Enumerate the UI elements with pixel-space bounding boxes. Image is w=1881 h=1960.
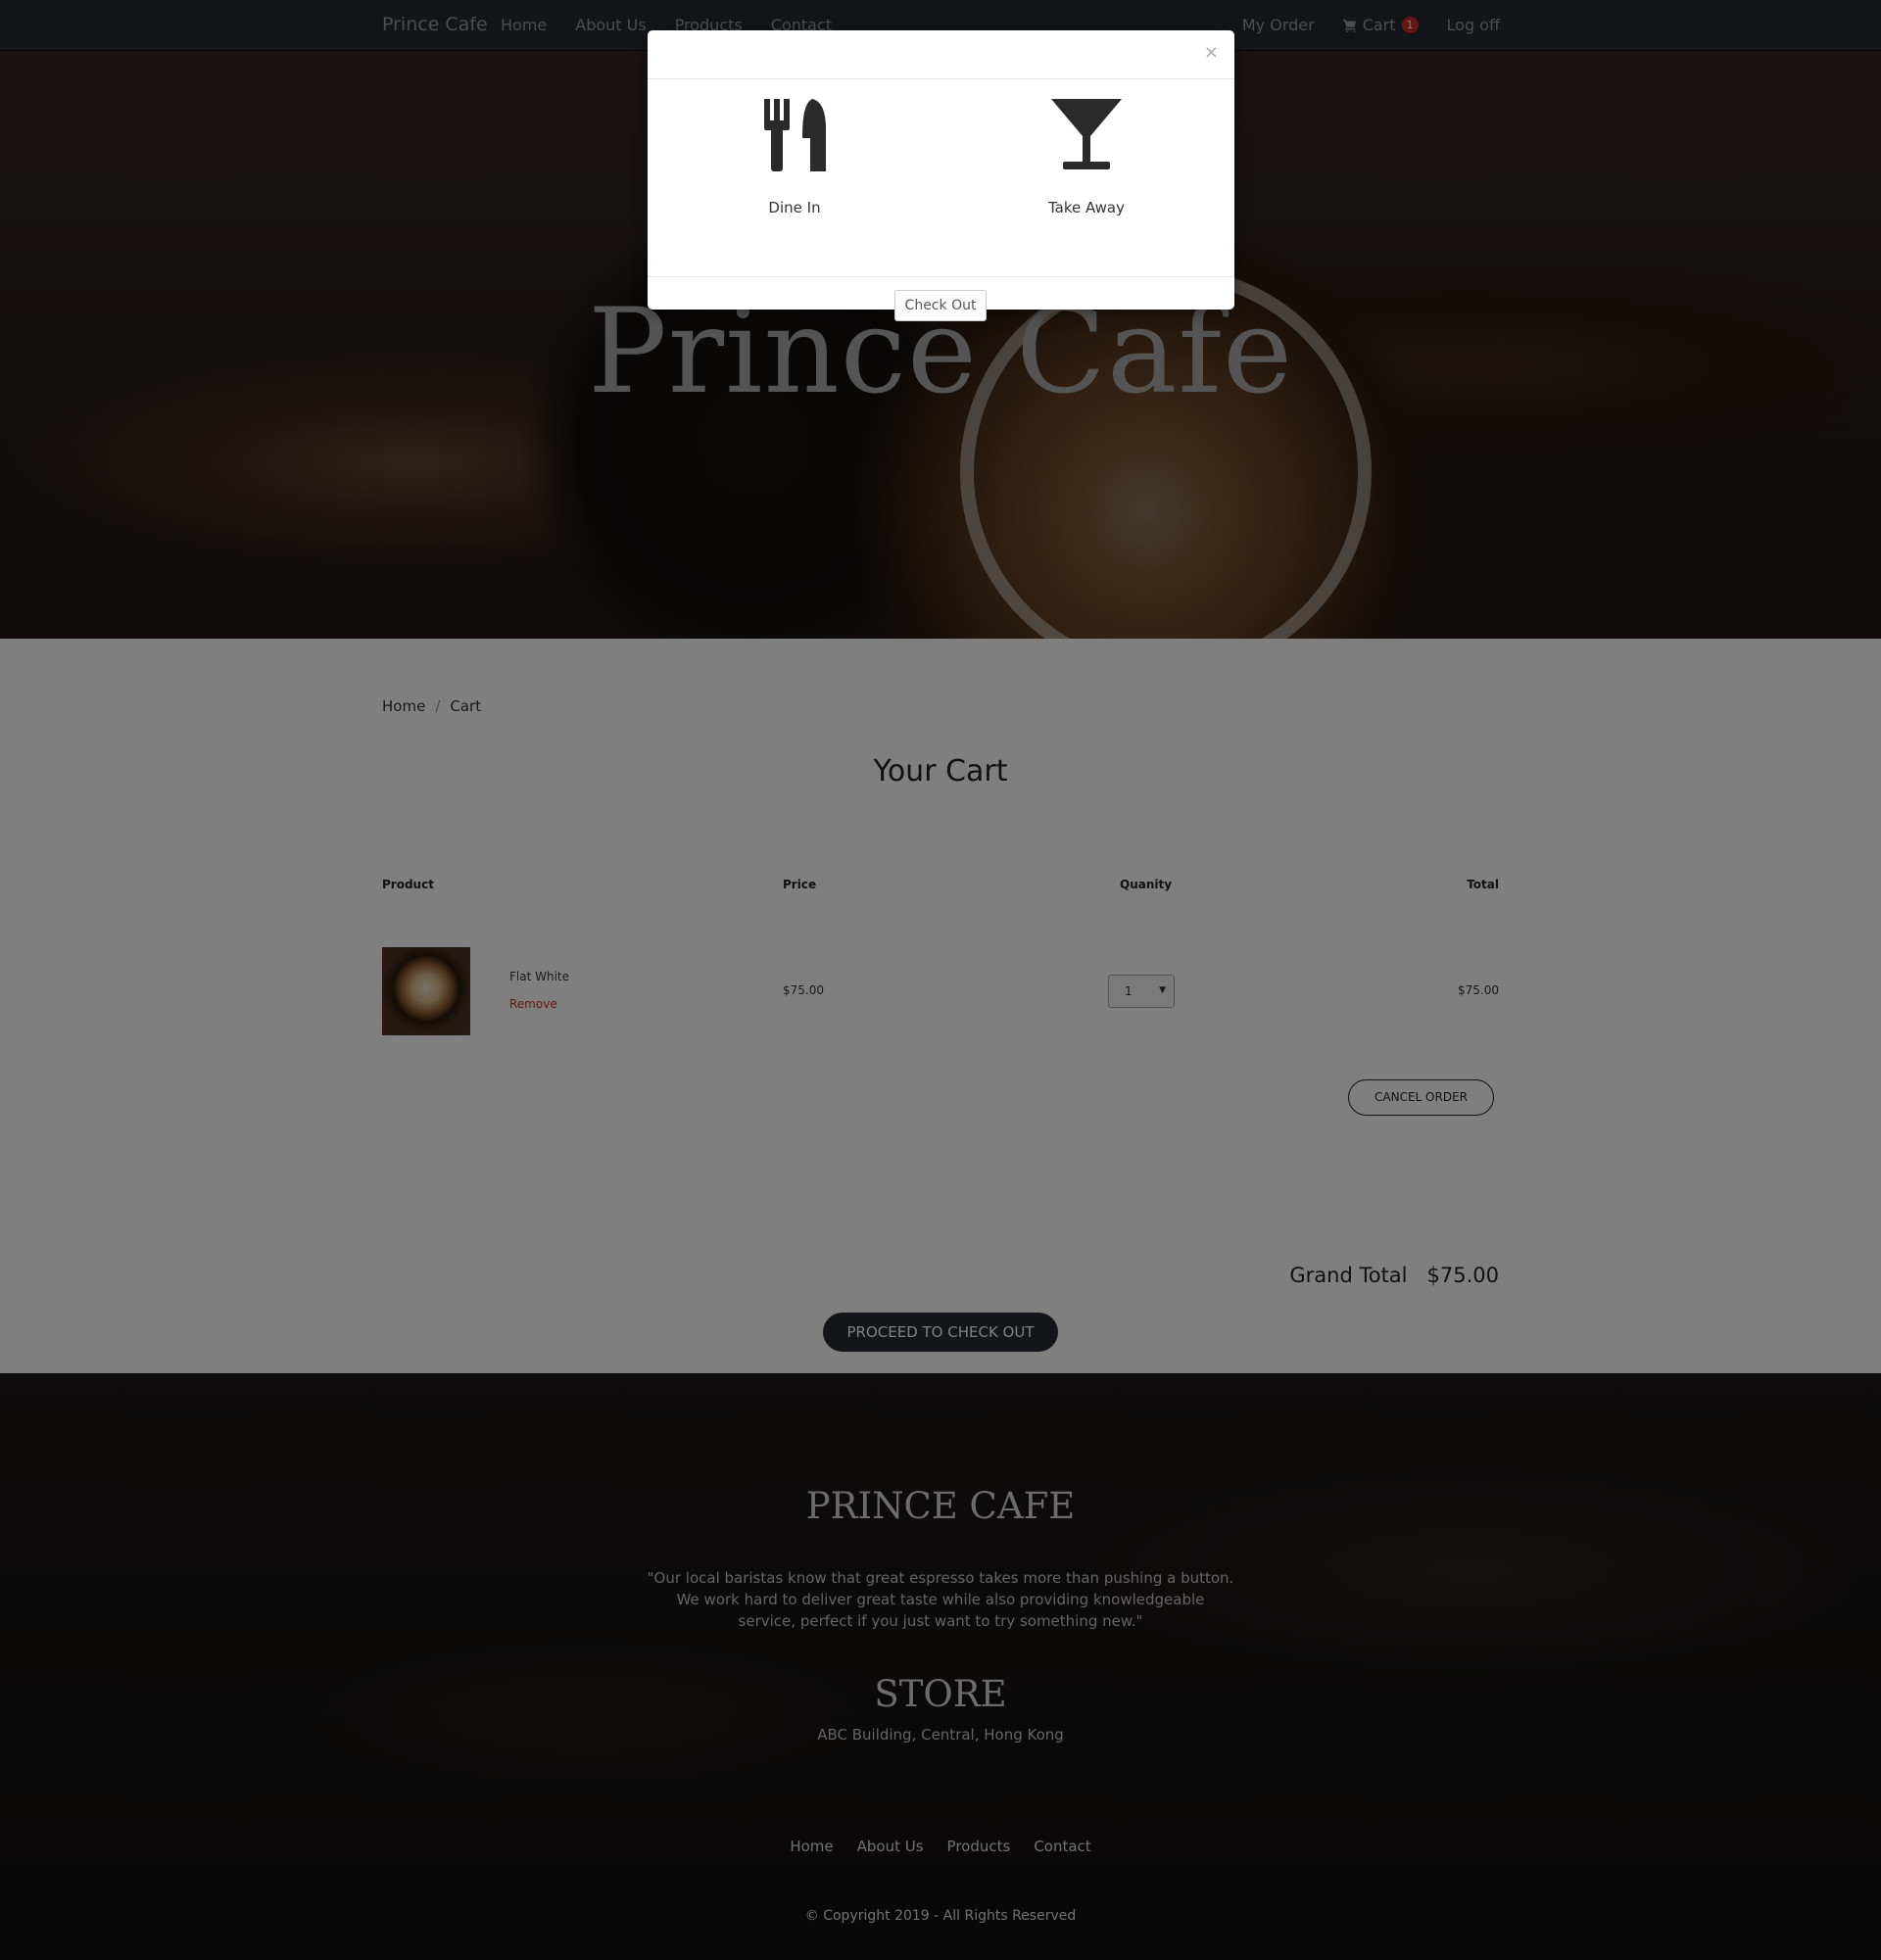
dine-in-label: Dine In bbox=[768, 199, 821, 216]
dine-in-option[interactable]: Dine In bbox=[697, 99, 892, 216]
take-away-option[interactable]: Take Away bbox=[989, 99, 1184, 216]
modal-body: Dine In Take Away bbox=[648, 79, 1234, 277]
modal-footer: Check Out bbox=[648, 277, 1234, 321]
utensils-icon bbox=[764, 99, 826, 171]
close-icon[interactable]: × bbox=[1204, 42, 1219, 63]
check-out-button[interactable]: Check Out bbox=[894, 290, 987, 321]
take-away-label: Take Away bbox=[1047, 199, 1125, 216]
order-type-modal: × Dine In Take Away Check Out bbox=[648, 30, 1234, 321]
modal-header: × bbox=[648, 30, 1234, 79]
cocktail-glass-icon bbox=[1051, 99, 1122, 169]
